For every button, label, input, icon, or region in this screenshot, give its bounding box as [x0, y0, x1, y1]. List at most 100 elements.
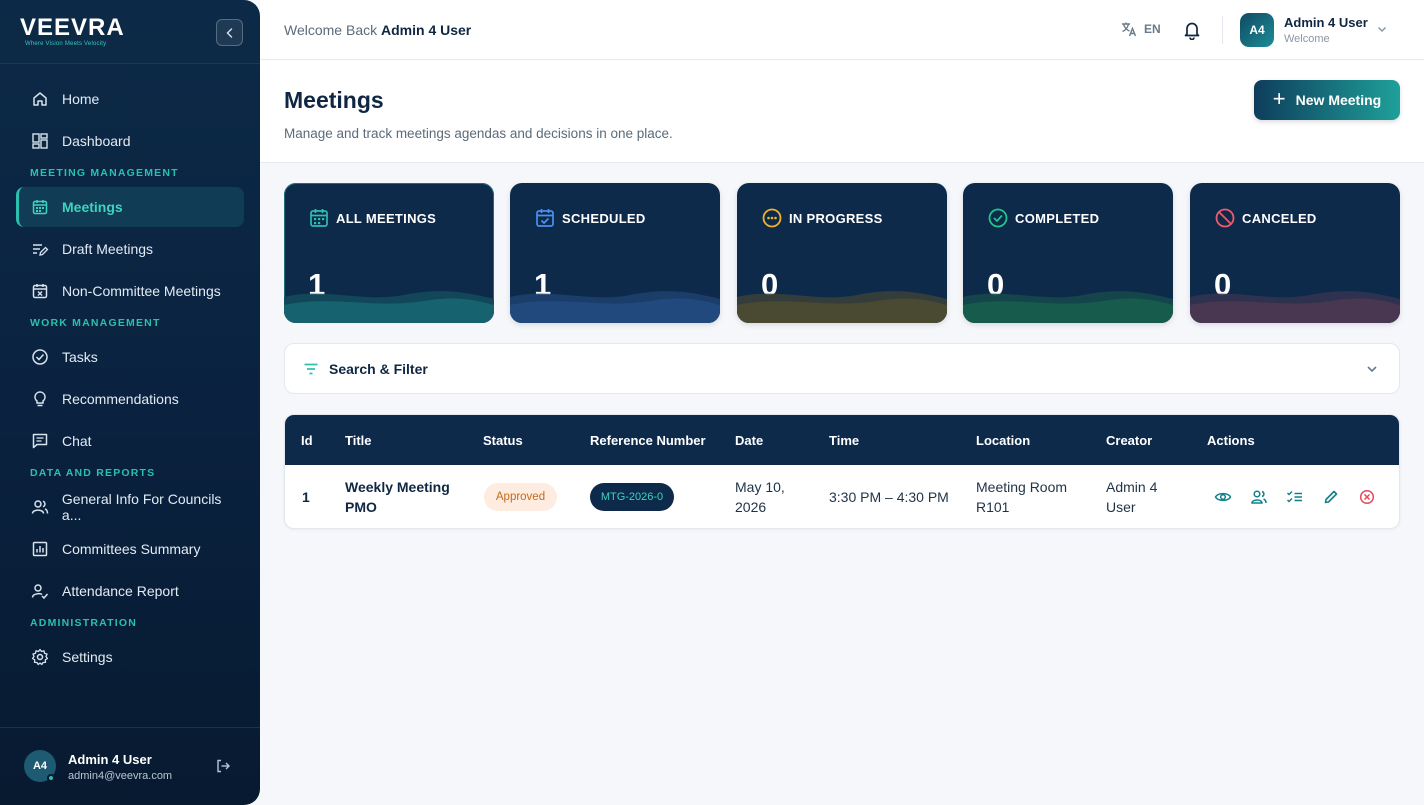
cell-title-line2: PMO — [345, 499, 377, 515]
stat-card-scheduled[interactable]: SCHEDULED 1 — [510, 183, 720, 323]
cell-creator-line2: User — [1106, 499, 1136, 515]
search-filter-label: Search & Filter — [329, 361, 428, 377]
bar-chart-icon — [30, 539, 50, 559]
collapse-sidebar-button[interactable] — [216, 19, 243, 46]
sidebar-item-non-committee-meetings[interactable]: Non-Committee Meetings — [16, 271, 244, 311]
column-header-location[interactable]: Location — [976, 433, 1030, 448]
column-header-actions: Actions — [1207, 433, 1255, 448]
reference-badge: MTG-2026-0 — [590, 483, 674, 511]
logout-button[interactable] — [215, 758, 231, 779]
language-switcher[interactable]: EN — [1120, 20, 1161, 38]
welcome-prefix: Welcome Back — [284, 22, 378, 38]
cell-location-line2: R101 — [976, 499, 1010, 515]
sidebar-user-footer: A4 Admin 4 User admin4@veevra.com — [0, 727, 260, 805]
sidebar-item-chat[interactable]: Chat — [16, 421, 244, 461]
welcome-message: Welcome Back Admin 4 User — [284, 22, 471, 38]
sidebar-item-meetings[interactable]: Meetings — [16, 187, 244, 227]
sidebar-item-label: Chat — [62, 433, 92, 449]
eye-icon — [1214, 492, 1232, 502]
sidebar-item-home[interactable]: Home — [16, 79, 244, 119]
view-button[interactable] — [1214, 488, 1232, 506]
language-code: EN — [1144, 22, 1161, 36]
page-subtitle: Manage and track meetings agendas and de… — [284, 126, 673, 141]
new-meeting-button[interactable]: + New Meeting — [1254, 80, 1400, 120]
column-header-status[interactable]: Status — [483, 433, 523, 448]
lightbulb-icon — [30, 389, 50, 409]
stat-card-in-progress[interactable]: IN PROGRESS 0 — [737, 183, 947, 323]
column-header-date[interactable]: Date — [735, 433, 763, 448]
footer-user-email: admin4@veevra.com — [68, 770, 173, 782]
draft-edit-icon — [30, 239, 50, 259]
topbar: Welcome Back Admin 4 User EN A4 Admin 4 … — [260, 0, 1424, 60]
chevron-left-icon — [225, 27, 232, 38]
check-circle-icon — [30, 347, 50, 367]
stat-card-canceled[interactable]: CANCELED 0 — [1190, 183, 1400, 323]
stat-card-completed[interactable]: COMPLETED 0 — [963, 183, 1173, 323]
wave-decoration — [963, 291, 1173, 323]
page-title: Meetings — [284, 87, 384, 113]
sidebar-item-dashboard[interactable]: Dashboard — [16, 121, 244, 161]
home-icon — [30, 89, 50, 109]
sidebar-item-label: Dashboard — [62, 133, 131, 149]
notifications-button[interactable] — [1183, 20, 1201, 45]
meetings-table: Id Title Status Reference Number Date Ti… — [284, 414, 1400, 529]
logout-icon — [217, 759, 230, 773]
column-header-time[interactable]: Time — [829, 433, 859, 448]
sidebar-item-committees-summary[interactable]: Committees Summary — [16, 529, 244, 569]
filter-icon — [304, 363, 318, 375]
edit-icon — [1324, 490, 1338, 504]
column-header-id[interactable]: Id — [301, 433, 313, 448]
sidebar-item-draft-meetings[interactable]: Draft Meetings — [16, 229, 244, 269]
sidebar-item-attendance-report[interactable]: Attendance Report — [16, 571, 244, 611]
footer-user-name: Admin 4 User — [68, 752, 152, 767]
cell-id: 1 — [302, 489, 310, 505]
user-menu-toggle[interactable] — [1376, 22, 1388, 40]
online-status-dot — [47, 774, 55, 782]
cell-creator: Admin 4 User — [1106, 477, 1157, 517]
chevron-down-icon — [1377, 26, 1387, 33]
sidebar-item-label: Committees Summary — [62, 541, 201, 557]
cell-date-line1: May 10, — [735, 479, 785, 495]
cancel-meeting-button[interactable] — [1358, 488, 1376, 506]
bell-icon — [1184, 22, 1200, 41]
brand-tagline: Where Vision Meets Velocity — [25, 41, 107, 47]
table-header: Id Title Status Reference Number Date Ti… — [285, 415, 1399, 465]
page-header: Meetings Manage and track meetings agend… — [260, 60, 1424, 163]
sidebar-item-settings[interactable]: Settings — [16, 637, 244, 677]
sidebar-item-label: Draft Meetings — [62, 241, 154, 257]
decisions-checklist-button[interactable] — [1286, 488, 1304, 506]
cell-title[interactable]: Weekly Meeting PMO — [345, 477, 450, 517]
column-header-reference[interactable]: Reference Number — [590, 433, 706, 448]
ban-icon — [1215, 208, 1235, 228]
chevron-down-icon[interactable] — [1365, 362, 1379, 376]
sidebar-item-label: Settings — [62, 649, 113, 665]
search-filter-panel[interactable]: Search & Filter — [284, 343, 1400, 394]
user-menu-name[interactable]: Admin 4 User — [1284, 15, 1368, 30]
sidebar-item-label: Tasks — [62, 349, 98, 365]
column-header-creator[interactable]: Creator — [1106, 433, 1152, 448]
avatar[interactable]: A4 — [1240, 13, 1274, 47]
dashboard-icon — [30, 131, 50, 151]
sidebar-item-label: Home — [62, 91, 100, 107]
brand-logo[interactable]: VEEVRA — [20, 14, 125, 42]
sidebar-item-label: Recommendations — [62, 391, 179, 407]
cell-time: 3:30 PM – 4:30 PM — [829, 489, 949, 505]
gear-icon — [30, 647, 50, 667]
column-header-title[interactable]: Title — [345, 433, 372, 448]
welcome-user: Admin 4 User — [381, 22, 472, 38]
new-meeting-label: New Meeting — [1295, 92, 1382, 108]
cell-location-line1: Meeting Room — [976, 479, 1068, 495]
more-circle-icon — [762, 208, 782, 228]
sidebar-nav: Home Dashboard MEETING MANAGEMENT Meetin… — [0, 79, 260, 679]
sidebar-item-general-info[interactable]: General Info For Councils a... — [16, 487, 244, 527]
stat-label: IN PROGRESS — [789, 211, 883, 226]
stat-card-all-meetings[interactable]: ALL MEETINGS 1 — [284, 183, 494, 323]
sidebar-item-label: Meetings — [62, 199, 123, 215]
edit-button[interactable] — [1322, 488, 1340, 506]
section-data-and-reports: DATA AND REPORTS — [30, 467, 156, 479]
participants-button[interactable] — [1250, 488, 1268, 506]
calendar-check-icon — [536, 209, 554, 227]
sidebar-item-recommendations[interactable]: Recommendations — [16, 379, 244, 419]
stat-label: ALL MEETINGS — [336, 211, 437, 226]
sidebar-item-tasks[interactable]: Tasks — [16, 337, 244, 377]
